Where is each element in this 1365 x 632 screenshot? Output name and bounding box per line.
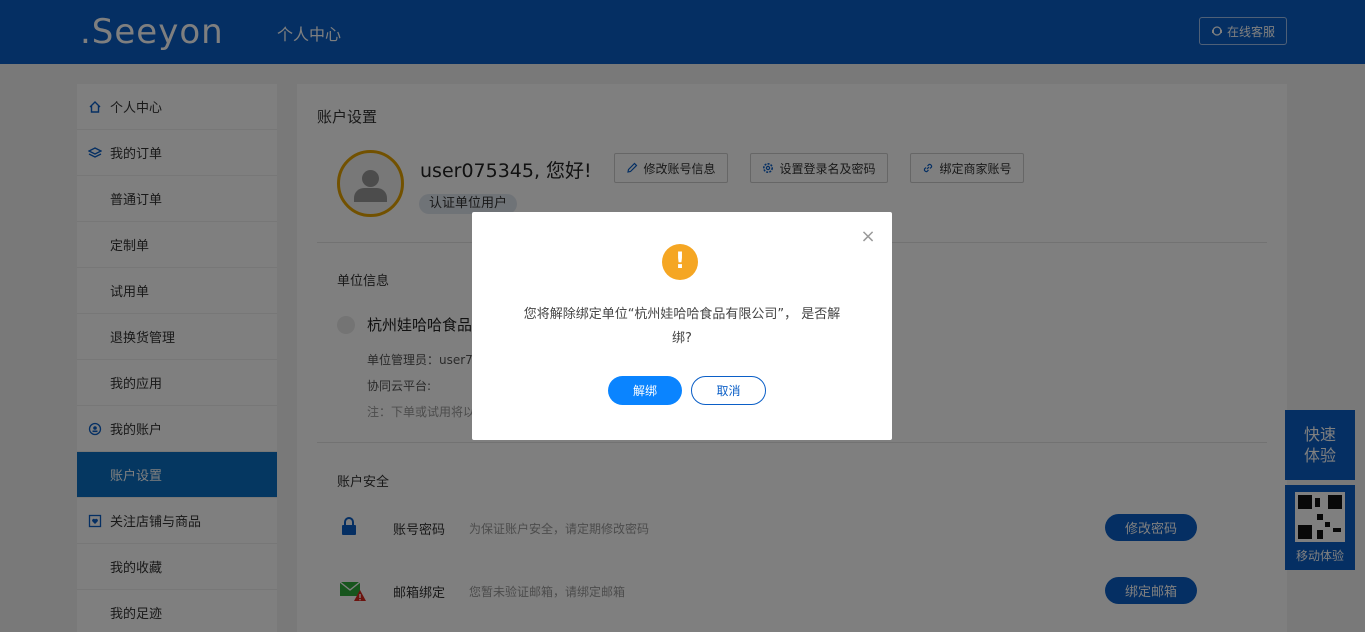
dialog-message: 您将解除绑定单位“杭州娃哈哈食品有限公司”， 是否解 绑? <box>502 303 862 351</box>
dialog-message-line1: 您将解除绑定单位“杭州娃哈哈食品有限公司”， 是否解 <box>523 307 841 322</box>
cancel-button[interactable]: 取消 <box>691 376 766 405</box>
unbind-confirm-button[interactable]: 解绑 <box>608 376 682 405</box>
unbind-dialog: × ! 您将解除绑定单位“杭州娃哈哈食品有限公司”， 是否解 绑? 解绑 取消 <box>472 212 892 440</box>
dialog-message-line2: 绑? <box>672 331 692 346</box>
warning-icon: ! <box>662 244 698 280</box>
close-icon[interactable]: × <box>858 227 878 247</box>
